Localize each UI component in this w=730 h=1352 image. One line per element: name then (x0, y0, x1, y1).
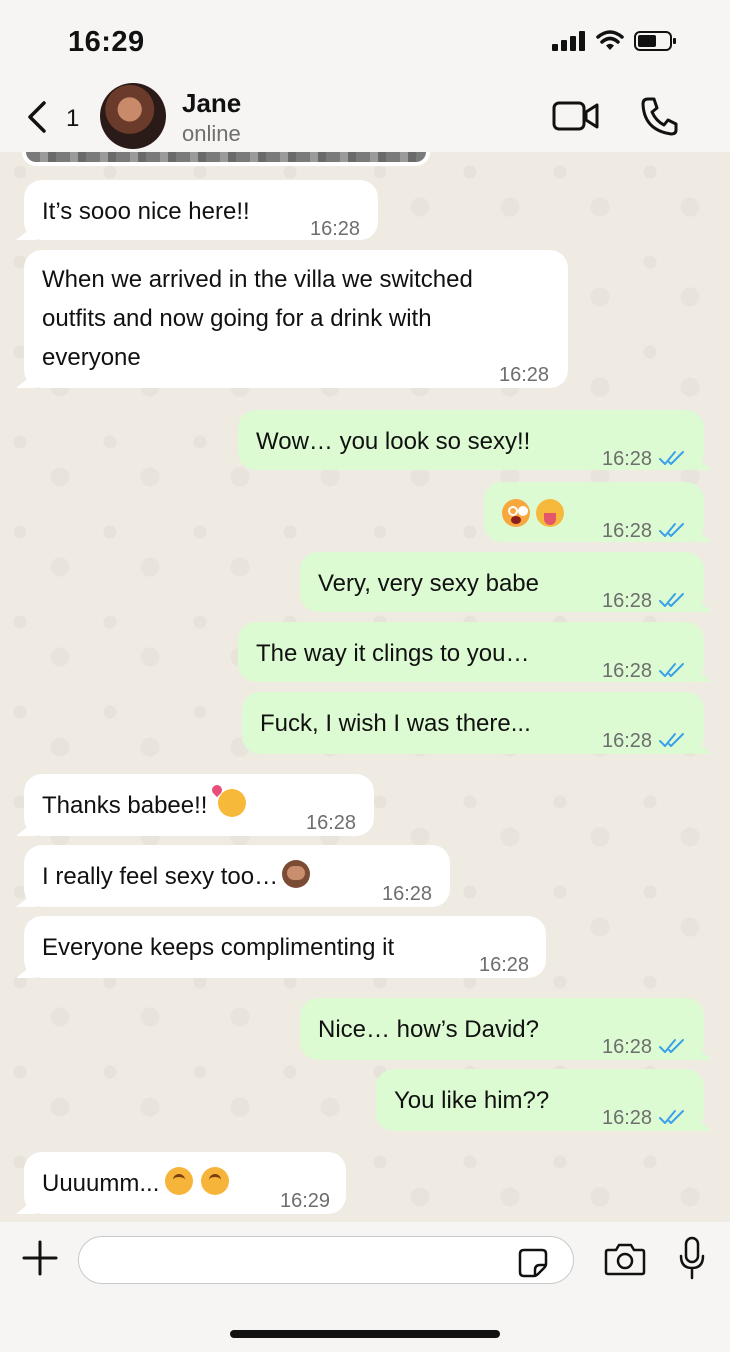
message-text: When we arrived in the villa we switched… (42, 260, 473, 377)
plus-icon[interactable] (22, 1240, 58, 1276)
wifi-icon (596, 30, 624, 50)
message-time: 16:28 (479, 954, 530, 976)
message-time: 16:28 (306, 812, 357, 834)
message-time: 16:28 (310, 218, 361, 240)
status-icons (552, 30, 678, 52)
message-text: Thanks babee!! (42, 792, 208, 819)
message-text: Everyone keeps complimenting it (42, 934, 395, 961)
message-time: 16:28 (602, 448, 653, 470)
message-incoming[interactable]: Thanks babee!! 16:28 (24, 774, 374, 836)
flushed-face-emoji (502, 499, 530, 527)
read-receipt-icon (659, 733, 685, 747)
message-outgoing[interactable]: Nice… how’s David? 16:28 (300, 998, 704, 1060)
unread-count[interactable]: 1 (66, 105, 79, 133)
status-bar: 16:29 (0, 0, 730, 80)
message-time: 16:28 (382, 883, 433, 905)
cellular-signal-icon (552, 31, 585, 51)
message-outgoing[interactable]: Wow… you look so sexy!! 16:28 (238, 410, 704, 470)
message-time: 16:28 (602, 1036, 653, 1058)
upside-down-face-emoji (165, 1167, 194, 1195)
message-incoming[interactable]: I really feel sexy too… 16:28 (24, 845, 450, 907)
sticker-icon[interactable] (518, 1248, 548, 1278)
message-incoming[interactable]: It’s sooo nice here!! 16:28 (24, 180, 378, 240)
message-text: Wow… you look so sexy!! (256, 428, 531, 455)
chat-messages[interactable]: It’s sooo nice here!! 16:28 When we arri… (0, 152, 730, 1222)
upside-down-face-emoji (201, 1167, 230, 1195)
message-outgoing[interactable]: Very, very sexy babe 16:28 (300, 552, 704, 612)
message-text: Very, very sexy babe (318, 570, 539, 597)
message-emoji (502, 496, 570, 535)
message-incoming[interactable]: Everyone keeps complimenting it 16:28 (24, 916, 546, 978)
squinting-tongue-emoji (536, 499, 564, 527)
message-text: Fuck, I wish I was there... (260, 710, 531, 737)
message-time: 16:28 (602, 730, 653, 752)
message-line: everyone (42, 344, 141, 371)
message-input[interactable] (78, 1236, 574, 1284)
message-line: outfits and now going for a drink with (42, 305, 432, 332)
image-message-partial[interactable] (22, 152, 430, 166)
smiling-face-with-hearts-emoji (218, 789, 247, 817)
message-text: I really feel sexy too… (42, 863, 279, 890)
message-text: Uuuumm... (42, 1170, 160, 1197)
video-call-icon[interactable] (552, 100, 600, 132)
message-content: Uuuumm... (42, 1164, 235, 1203)
message-outgoing[interactable]: The way it clings to you… 16:28 (238, 622, 704, 682)
read-receipt-icon (659, 523, 685, 537)
contact-name[interactable]: Jane (182, 88, 241, 119)
read-receipt-icon (659, 451, 685, 465)
message-content: I really feel sexy too… (42, 857, 316, 896)
message-text: The way it clings to you… (256, 640, 530, 667)
read-receipt-icon (659, 1110, 685, 1124)
message-line: When we arrived in the villa we switched (42, 266, 473, 293)
message-outgoing[interactable]: 16:28 (484, 482, 704, 542)
home-indicator (230, 1330, 500, 1338)
message-time: 16:28 (499, 364, 550, 386)
message-outgoing[interactable]: Fuck, I wish I was there... 16:28 (242, 692, 704, 754)
read-receipt-icon (659, 593, 685, 607)
message-outgoing[interactable]: You like him?? 16:28 (376, 1069, 704, 1131)
microphone-icon[interactable] (678, 1236, 706, 1280)
message-incoming[interactable]: Uuuumm... 16:29 (24, 1152, 346, 1214)
message-time: 16:28 (602, 660, 653, 682)
battery-icon (634, 31, 676, 51)
back-chevron-icon[interactable] (24, 100, 50, 134)
see-no-evil-monkey-emoji (282, 860, 311, 888)
read-receipt-icon (659, 1039, 685, 1053)
message-text: Nice… how’s David? (318, 1016, 539, 1043)
message-time: 16:28 (602, 520, 653, 542)
camera-icon[interactable] (604, 1242, 646, 1276)
read-receipt-icon (659, 663, 685, 677)
message-content: Thanks babee!! (42, 786, 252, 825)
contact-status: online (182, 121, 241, 146)
avatar[interactable] (100, 83, 166, 149)
phone-call-icon[interactable] (640, 96, 678, 136)
chat-header: 1 Jane online (0, 80, 730, 152)
message-time: 16:28 (602, 1107, 653, 1129)
message-time: 16:29 (280, 1190, 331, 1212)
status-time: 16:29 (68, 26, 145, 58)
message-time: 16:28 (602, 590, 653, 612)
message-text: It’s sooo nice here!! (42, 198, 250, 225)
message-incoming[interactable]: When we arrived in the villa we switched… (24, 250, 568, 388)
message-text: You like him?? (394, 1087, 550, 1114)
